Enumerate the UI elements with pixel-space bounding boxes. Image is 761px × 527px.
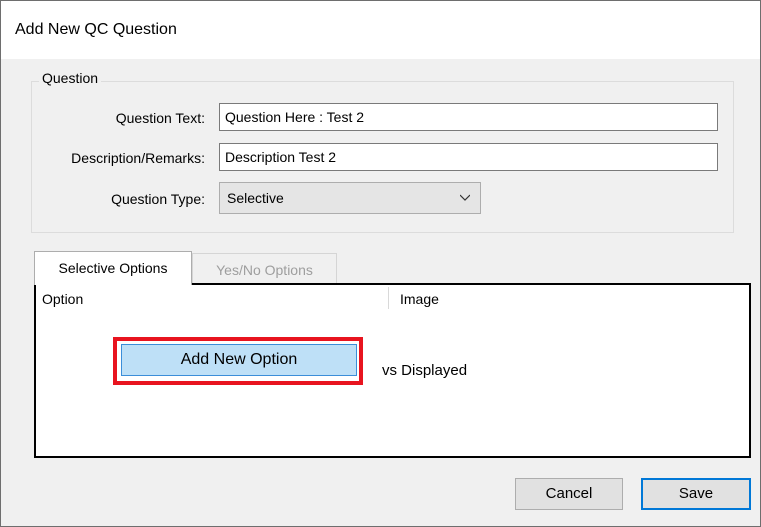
dialog-window: Add New QC Question Question Question Te…	[0, 0, 761, 527]
description-label: Description/Remarks:	[71, 150, 205, 166]
tab-selective-options[interactable]: Selective Options	[34, 251, 192, 285]
question-type-value: Selective	[227, 190, 284, 206]
question-text-field[interactable]: Question Here : Test 2	[219, 103, 718, 131]
question-text-label: Question Text:	[115, 110, 205, 126]
question-type-select[interactable]: Selective	[219, 182, 481, 214]
grid-empty-message: vs Displayed	[382, 362, 468, 379]
window-title: Add New QC Question	[15, 21, 177, 38]
save-button[interactable]: Save	[641, 478, 751, 510]
tab-yes-no-options[interactable]: Yes/No Options	[192, 253, 337, 283]
column-header-image[interactable]: Image	[400, 291, 439, 307]
add-new-option-button[interactable]: Add New Option	[121, 344, 357, 376]
column-header-option[interactable]: Option	[42, 291, 83, 307]
column-divider[interactable]	[388, 287, 389, 309]
description-field[interactable]: Description Test 2	[219, 143, 718, 171]
title-bar: Add New QC Question	[1, 1, 760, 59]
question-type-label: Question Type:	[111, 191, 205, 207]
question-group-legend: Question	[39, 70, 102, 86]
cancel-button[interactable]: Cancel	[515, 478, 623, 510]
chevron-down-icon	[460, 194, 470, 201]
